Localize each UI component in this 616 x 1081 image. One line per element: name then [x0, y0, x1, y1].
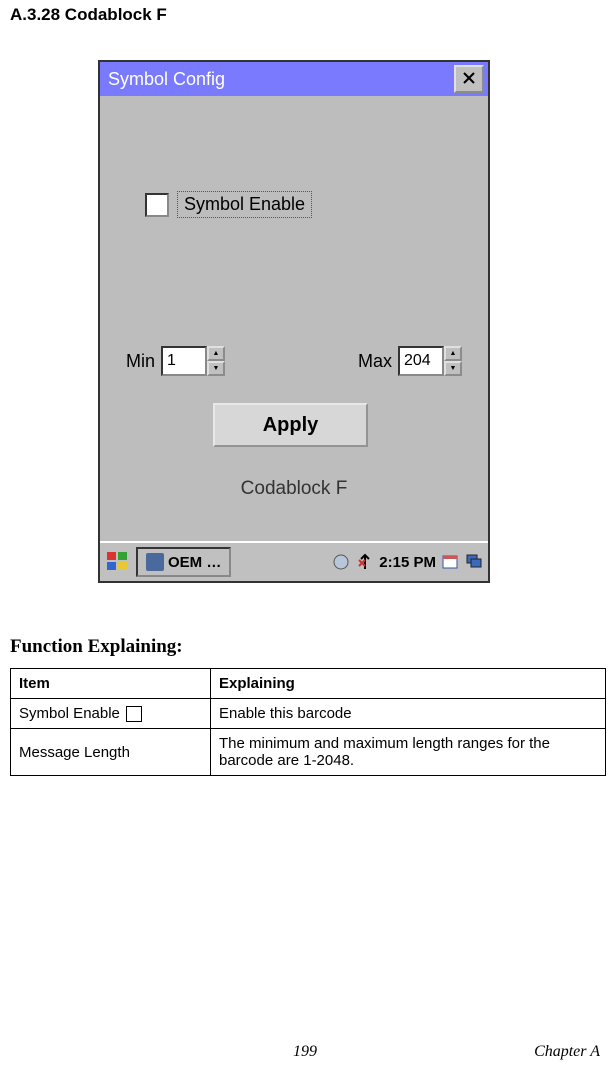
window-title: Symbol Config: [104, 69, 454, 90]
page-number: 199: [293, 1043, 317, 1061]
table-cell-item: Symbol Enable: [11, 699, 211, 729]
section-heading: A.3.28 Codablock F: [10, 5, 167, 25]
max-spin-up[interactable]: ▲: [444, 346, 462, 361]
tray-clock[interactable]: 2:15 PM: [379, 554, 436, 571]
apply-button[interactable]: Apply: [213, 403, 368, 447]
symbol-enable-group: Symbol Enable: [145, 191, 312, 218]
tray-network-icon[interactable]: [331, 552, 351, 572]
min-spin-up[interactable]: ▲: [207, 346, 225, 361]
max-group: Max ▲ ▼: [358, 346, 462, 376]
max-label: Max: [358, 351, 392, 372]
table-cell-explaining: Enable this barcode: [211, 699, 606, 729]
tray-calendar-icon[interactable]: [440, 552, 460, 572]
dialog-footer-name: Codablock F: [100, 478, 488, 500]
system-tray: 2:15 PM: [331, 552, 484, 572]
max-input[interactable]: [398, 346, 444, 376]
start-icon[interactable]: [104, 549, 132, 575]
table-cell-explaining: The minimum and maximum length ranges fo…: [211, 729, 606, 776]
min-label: Min: [126, 351, 155, 372]
min-max-row: Min ▲ ▼ Max ▲ ▼: [126, 346, 462, 376]
taskbar: OEM … 2:15 PM: [100, 541, 488, 581]
app-icon: [146, 553, 164, 571]
table-header-explaining: Explaining: [211, 669, 606, 699]
close-icon: [462, 69, 476, 90]
symbol-config-window: Symbol Config Symbol Enable Min ▲ ▼: [98, 60, 490, 583]
function-explaining-heading: Function Explaining:: [10, 636, 183, 658]
table-cell-item: Message Length: [11, 729, 211, 776]
chapter-label: Chapter A: [534, 1043, 600, 1061]
explain-table: Item Explaining Symbol Enable Enable thi…: [10, 668, 606, 776]
max-input-wrap: ▲ ▼: [398, 346, 462, 376]
min-input[interactable]: [161, 346, 207, 376]
table-item-text: Symbol Enable: [19, 705, 120, 722]
dialog-body: Symbol Enable Min ▲ ▼ Max ▲: [100, 96, 488, 541]
min-group: Min ▲ ▼: [126, 346, 225, 376]
table-row: Message Length The minimum and maximum l…: [11, 729, 606, 776]
min-spinner: ▲ ▼: [207, 346, 225, 376]
symbol-enable-label: Symbol Enable: [177, 191, 312, 218]
table-row: Symbol Enable Enable this barcode: [11, 699, 606, 729]
min-spin-down[interactable]: ▼: [207, 361, 225, 376]
table-header-item: Item: [11, 669, 211, 699]
max-spinner: ▲ ▼: [444, 346, 462, 376]
tray-x-icon[interactable]: [355, 552, 375, 572]
max-spin-down[interactable]: ▼: [444, 361, 462, 376]
titlebar: Symbol Config: [100, 62, 488, 96]
tray-desktop-icon[interactable]: [464, 552, 484, 572]
checkbox-icon: [126, 706, 142, 722]
taskbar-app-button[interactable]: OEM …: [136, 547, 231, 577]
min-input-wrap: ▲ ▼: [161, 346, 225, 376]
table-header-row: Item Explaining: [11, 669, 606, 699]
symbol-enable-checkbox[interactable]: [145, 193, 169, 217]
close-button[interactable]: [454, 65, 484, 93]
windows-flag-icon: [107, 552, 129, 572]
taskbar-app-label: OEM …: [168, 554, 221, 571]
page-footer: 199 Chapter A: [10, 1043, 600, 1061]
